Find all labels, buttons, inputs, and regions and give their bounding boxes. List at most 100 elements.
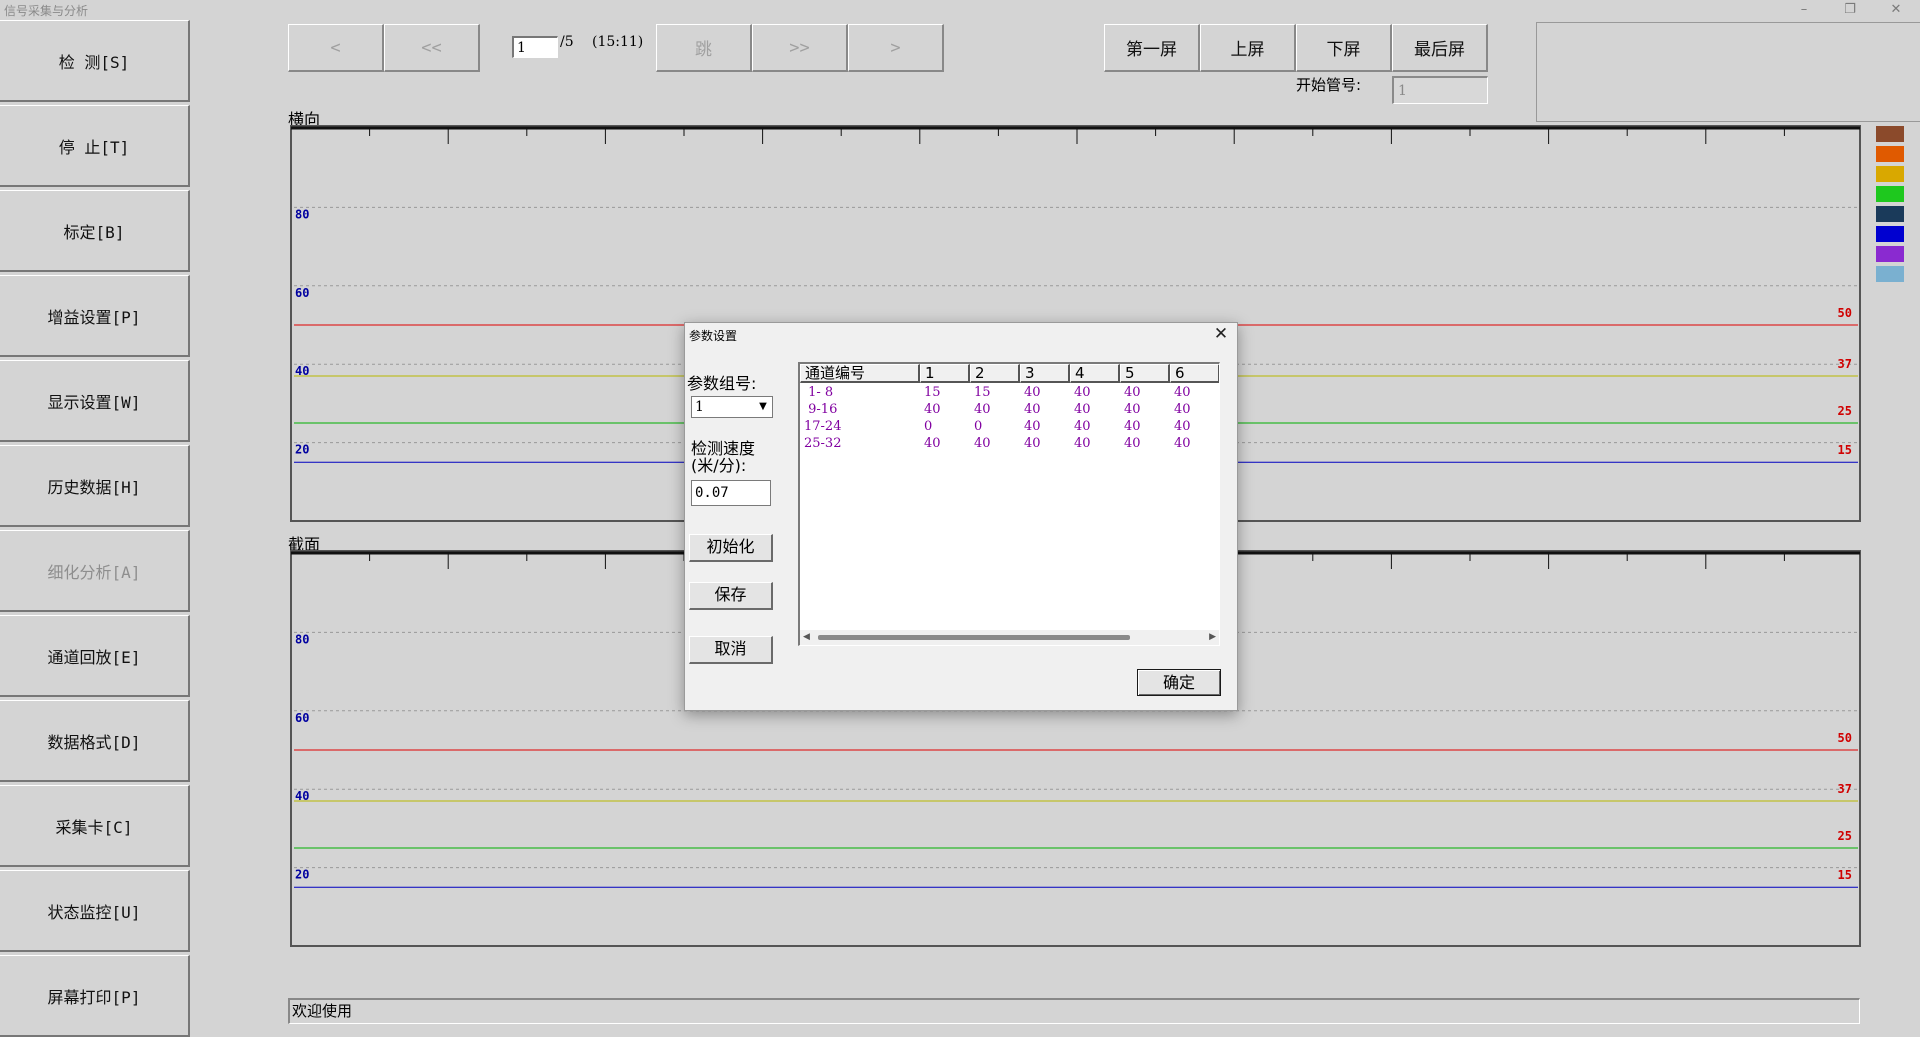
- table-row[interactable]: 25-32 40 40 40 40 40 40: [800, 435, 1219, 452]
- threshold-label: 50: [1838, 306, 1852, 320]
- sidebar-button-display-settings[interactable]: 显示设置[W]: [0, 360, 190, 442]
- jump-button[interactable]: 跳: [656, 24, 752, 72]
- sidebar-button-stop[interactable]: 停 止[T]: [0, 105, 190, 187]
- threshold-label: 37: [1838, 782, 1852, 796]
- save-button[interactable]: 保存: [689, 582, 773, 610]
- cancel-button[interactable]: 取消: [689, 636, 773, 664]
- first-screen-button[interactable]: 第一屏: [1104, 24, 1200, 72]
- next-button[interactable]: >: [848, 24, 944, 72]
- table-cell[interactable]: 0: [920, 418, 970, 435]
- table-header-cell: 5: [1120, 364, 1170, 383]
- table-cell[interactable]: 40: [1120, 418, 1170, 435]
- table-row[interactable]: 1- 8 15 15 40 40 40 40: [800, 384, 1219, 401]
- next-screen-button[interactable]: 下屏: [1296, 24, 1392, 72]
- sidebar-button-history-data[interactable]: 历史数据[H]: [0, 445, 190, 527]
- start-tube-label: 开始管号:: [1296, 76, 1362, 94]
- horizontal-scrollbar[interactable]: ◀ ▶: [800, 630, 1219, 645]
- legend-swatch: [1876, 166, 1904, 182]
- sidebar-button-refine-analysis[interactable]: 细化分析[A]: [0, 530, 190, 612]
- table-row[interactable]: 17-24 0 0 40 40 40 40: [800, 418, 1219, 435]
- title-bar: 信号采集与分析 – ❐ ✕: [0, 0, 1920, 20]
- dialog-title: 参数设置: [689, 329, 738, 343]
- group-label: 参数组号:: [687, 374, 757, 393]
- table-cell[interactable]: 0: [970, 418, 1020, 435]
- table-cell[interactable]: 40: [1170, 418, 1219, 435]
- table-cell[interactable]: 40: [1070, 384, 1120, 401]
- parameter-dialog: 参数设置 ✕ 参数组号: 1 ▼ 检测速度 (米/分): 0.07 初始化 保存…: [684, 322, 1238, 711]
- group-select[interactable]: 1 ▼: [691, 396, 773, 418]
- table-row[interactable]: 9-16 40 40 40 40 40 40: [800, 401, 1219, 418]
- prev-button[interactable]: <: [288, 24, 384, 72]
- scroll-left-icon[interactable]: ◀: [803, 630, 810, 645]
- next-fast-button[interactable]: >>: [752, 24, 848, 72]
- threshold-label: 25: [1838, 829, 1852, 843]
- table-cell[interactable]: 40: [1070, 418, 1120, 435]
- page-input[interactable]: 1: [512, 36, 558, 58]
- table-cell[interactable]: 1- 8: [800, 384, 920, 401]
- sidebar-button-capture-card[interactable]: 采集卡[C]: [0, 785, 190, 867]
- info-panel: [1536, 22, 1920, 122]
- threshold-label: 15: [1838, 868, 1852, 882]
- speed-label-2: (米/分):: [691, 456, 747, 475]
- time-readout: (15:11): [592, 34, 644, 50]
- legend-swatch: [1876, 266, 1904, 282]
- prev-fast-button[interactable]: <<: [384, 24, 480, 72]
- y-tick-label: 20: [295, 443, 309, 457]
- group-select-value: 1: [695, 399, 704, 415]
- table-cell[interactable]: 9-16: [800, 401, 920, 418]
- table-cell[interactable]: 40: [1170, 435, 1219, 452]
- table-cell[interactable]: 40: [1070, 401, 1120, 418]
- y-tick-label: 60: [295, 711, 309, 725]
- table-cell[interactable]: 40: [1070, 435, 1120, 452]
- sidebar-button-status-monitor[interactable]: 状态监控[U]: [0, 870, 190, 952]
- table-cell[interactable]: 40: [1020, 435, 1070, 452]
- window-title: 信号采集与分析: [4, 4, 89, 18]
- sidebar-button-channel-playback[interactable]: 通道回放[E]: [0, 615, 190, 697]
- table-cell[interactable]: 40: [970, 435, 1020, 452]
- table-cell[interactable]: 40: [1020, 384, 1070, 401]
- table-cell[interactable]: 40: [1170, 401, 1219, 418]
- legend-swatch: [1876, 146, 1904, 162]
- close-icon[interactable]: ✕: [1876, 0, 1916, 20]
- speed-input[interactable]: 0.07: [691, 480, 771, 506]
- last-screen-button[interactable]: 最后屏: [1392, 24, 1488, 72]
- table-cell[interactable]: 25-32: [800, 435, 920, 452]
- sidebar-button-gain-settings[interactable]: 增益设置[P]: [0, 275, 190, 357]
- legend-swatch: [1876, 126, 1904, 142]
- chevron-down-icon[interactable]: ▼: [756, 399, 770, 415]
- table-cell[interactable]: 17-24: [800, 418, 920, 435]
- init-button[interactable]: 初始化: [689, 534, 773, 562]
- legend-swatch: [1876, 186, 1904, 202]
- sidebar-button-data-format[interactable]: 数据格式[D]: [0, 700, 190, 782]
- restore-icon[interactable]: ❐: [1830, 0, 1870, 20]
- sidebar: 检 测[S] 停 止[T] 标定[B] 增益设置[P] 显示设置[W] 历史数据[H] 细化…: [0, 20, 192, 1037]
- minimize-icon[interactable]: –: [1784, 0, 1824, 20]
- table-header-cell: 6: [1170, 364, 1219, 383]
- start-tube-input[interactable]: 1: [1392, 76, 1488, 104]
- table-cell[interactable]: 15: [970, 384, 1020, 401]
- table-cell[interactable]: 40: [1120, 435, 1170, 452]
- ok-button[interactable]: 确定: [1137, 669, 1221, 696]
- dialog-close-icon[interactable]: ✕: [1209, 323, 1233, 345]
- parameter-table[interactable]: 通道编号 1 2 3 4 5 6 1- 8 15 15 40 40 40 40 9-16 40 40 40 40…: [798, 362, 1220, 646]
- table-cell[interactable]: 40: [920, 401, 970, 418]
- table-cell[interactable]: 40: [1020, 401, 1070, 418]
- legend-swatch: [1876, 226, 1904, 242]
- sidebar-button-detect[interactable]: 检 测[S]: [0, 20, 190, 102]
- prev-screen-button[interactable]: 上屏: [1200, 24, 1296, 72]
- table-cell[interactable]: 40: [1120, 401, 1170, 418]
- status-bar: 欢迎使用: [288, 998, 1860, 1024]
- table-cell[interactable]: 40: [1170, 384, 1219, 401]
- table-cell[interactable]: 40: [920, 435, 970, 452]
- legend-swatch: [1876, 206, 1904, 222]
- table-cell[interactable]: 40: [970, 401, 1020, 418]
- sidebar-button-calibrate[interactable]: 标定[B]: [0, 190, 190, 272]
- table-cell[interactable]: 15: [920, 384, 970, 401]
- scroll-thumb[interactable]: [818, 635, 1130, 640]
- table-header-cell: 1: [920, 364, 970, 383]
- table-header-cell: 2: [970, 364, 1020, 383]
- scroll-right-icon[interactable]: ▶: [1209, 630, 1216, 645]
- table-cell[interactable]: 40: [1020, 418, 1070, 435]
- sidebar-button-screen-print[interactable]: 屏幕打印[P]: [0, 955, 190, 1037]
- table-cell[interactable]: 40: [1120, 384, 1170, 401]
